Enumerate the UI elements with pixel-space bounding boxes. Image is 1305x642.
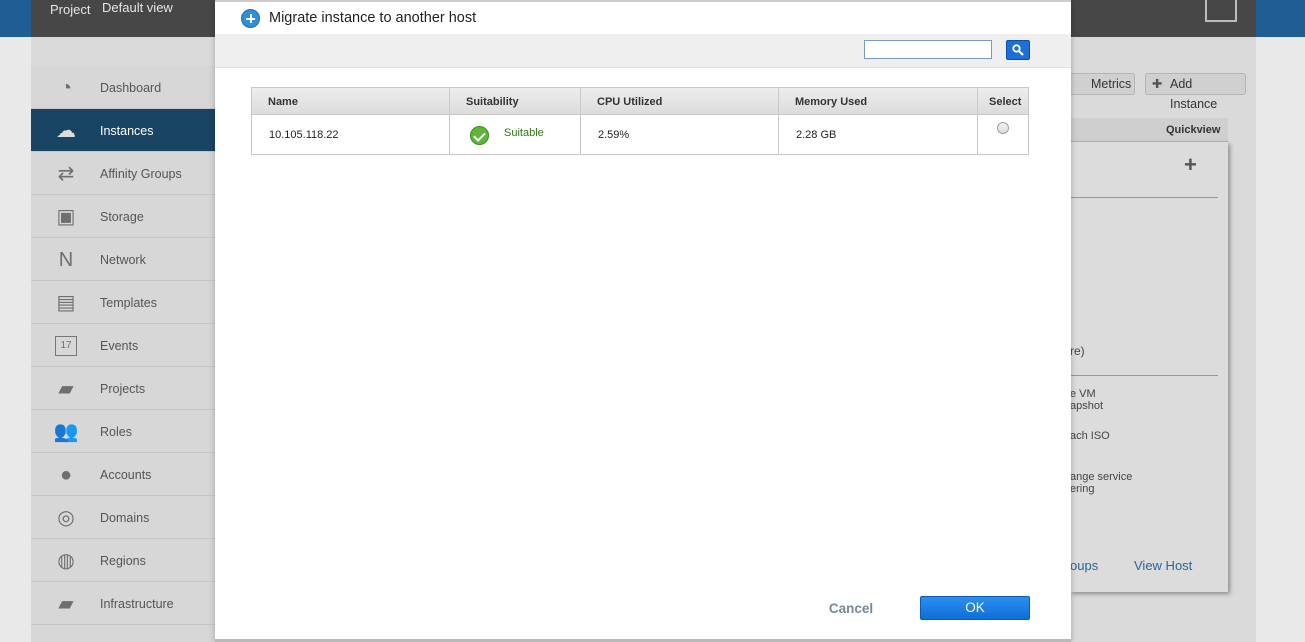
dialog-search-bar [215, 34, 1071, 68]
network-icon: N [58, 249, 74, 271]
sidebar-item-dashboard[interactable]: ◔ Dashboard [31, 66, 216, 109]
sidebar-item-projects[interactable]: ▰ Projects [31, 367, 216, 410]
quickview-action-text[interactable]: ering [1070, 483, 1094, 495]
sidebar-item-label: Dashboard [100, 81, 162, 95]
metrics-button-label: Metrics [1091, 77, 1132, 91]
dialog-title: Migrate instance to another host [269, 10, 477, 26]
dashboard-icon: ◔ [59, 77, 73, 99]
domains-icon: ◎ [57, 507, 75, 529]
quickview-link-left[interactable]: oups [1070, 558, 1098, 573]
table-row[interactable]: 10.105.118.22 Suitable 2.59% 2.28 GB [251, 115, 1029, 155]
table-header: Name Suitability CPU Utilized Memory Use… [251, 87, 1029, 115]
sidebar-item-label: Events [100, 339, 139, 353]
sidebar-item-affinity-groups[interactable]: ⇄ Affinity Groups [31, 152, 216, 195]
quickview-header-label: Quickview [1166, 124, 1221, 136]
search-button[interactable] [1006, 40, 1030, 60]
cell-suitability: Suitable [450, 115, 581, 154]
storage-icon: ▣ [56, 206, 76, 228]
search-input[interactable] [864, 40, 992, 59]
sidebar-item-domains[interactable]: ◎ Domains [31, 496, 216, 539]
sidebar-item-label: Accounts [100, 468, 152, 482]
globe-icon: ◍ [57, 550, 75, 572]
sidebar-item-label: Regions [100, 554, 146, 568]
cancel-button[interactable]: Cancel [818, 598, 884, 618]
quickview-plus-icon[interactable]: + [1184, 152, 1197, 178]
dialog-title-bar: Migrate instance to another host [215, 0, 1071, 34]
check-icon [470, 126, 489, 145]
quickview-action-text[interactable]: apshot [1070, 400, 1103, 412]
folder-icon: ▰ [58, 378, 74, 400]
plus-icon: ✚ [1152, 77, 1163, 91]
quickview-action-text[interactable]: ange service [1070, 471, 1132, 483]
column-header-name[interactable]: Name [252, 88, 450, 114]
view-host-link[interactable]: View Host [1134, 558, 1192, 573]
suitability-text: Suitable [504, 127, 544, 139]
metrics-button[interactable]: Metrics [1064, 73, 1135, 95]
add-circle-icon [241, 9, 260, 28]
project-label[interactable]: Project [50, 2, 90, 17]
user-badge-icon[interactable] [1205, 0, 1237, 22]
project-view-selector[interactable]: Default view [102, 0, 173, 15]
sidebar-item-network[interactable]: N Network [31, 238, 216, 281]
quickview-action-text[interactable]: ach ISO [1070, 430, 1110, 442]
sidebar-item-label: Affinity Groups [100, 167, 182, 181]
cell-name: 10.105.118.22 [252, 115, 450, 154]
column-header-select: Select [989, 96, 1022, 108]
sidebar-item-events[interactable]: 17 Events [31, 324, 216, 367]
quickview-header: Quickview [1070, 118, 1228, 142]
sidebar-item-instances[interactable]: ☁ Instances [31, 109, 216, 152]
templates-icon: ▤ [56, 292, 76, 314]
column-header-suitability[interactable]: Suitability [450, 88, 581, 114]
sidebar-item-label: Storage [100, 210, 144, 224]
sidebar-item-infrastructure[interactable]: ▰ Infrastructure [31, 582, 216, 625]
add-instance-button[interactable]: ✚ Add Instance [1145, 73, 1246, 111]
search-icon [1012, 44, 1024, 56]
quickview-action-text[interactable]: e VM [1070, 388, 1096, 400]
sidebar-item-label: Domains [100, 511, 150, 525]
roles-icon: 👥 [53, 421, 79, 443]
divider [1070, 375, 1218, 376]
sidebar-item-templates[interactable]: ▤ Templates [31, 281, 216, 324]
sidebar-item-label: Roles [100, 425, 132, 439]
sidebar-item-regions[interactable]: ◍ Regions [31, 539, 216, 582]
calendar-icon: 17 [55, 336, 77, 356]
add-instance-button-label: Add Instance [1170, 77, 1218, 111]
sidebar-item-label: Projects [100, 382, 146, 396]
select-radio[interactable] [997, 122, 1009, 134]
sidebar-item-label: Instances [100, 124, 154, 138]
sidebar-item-label: Infrastructure [100, 597, 174, 611]
column-header-memory-used[interactable]: Memory Used [779, 88, 978, 114]
ok-button[interactable]: OK [920, 596, 1030, 620]
quickview-text: re) [1070, 344, 1085, 358]
hosts-table: Name Suitability CPU Utilized Memory Use… [251, 87, 1029, 155]
sidebar-item-label: Network [100, 253, 146, 267]
quickview-panel: + re) e VM apshot ach ISO ange service e… [1070, 142, 1228, 592]
sidebar: ◔ Dashboard ☁ Instances ⇄ Affinity Group… [31, 66, 216, 642]
cell-select [978, 115, 1028, 154]
cell-cpu-utilized: 2.59% [581, 115, 779, 154]
infrastructure-icon: ▰ [58, 593, 74, 615]
cloud-icon: ☁ [56, 120, 76, 142]
cell-memory-used: 2.28 GB [779, 115, 978, 154]
sidebar-item-label: Templates [100, 296, 157, 310]
sidebar-item-roles[interactable]: 👥 Roles [31, 410, 216, 453]
migrate-instance-dialog: Migrate instance to another host Name Su… [215, 0, 1071, 642]
user-icon: ● [59, 464, 73, 486]
divider [1070, 197, 1218, 198]
sidebar-item-accounts[interactable]: ● Accounts [31, 453, 216, 496]
sidebar-item-storage[interactable]: ▣ Storage [31, 195, 216, 238]
column-header-cpu-utilized[interactable]: CPU Utilized [581, 88, 779, 114]
affinity-icon: ⇄ [57, 163, 75, 185]
